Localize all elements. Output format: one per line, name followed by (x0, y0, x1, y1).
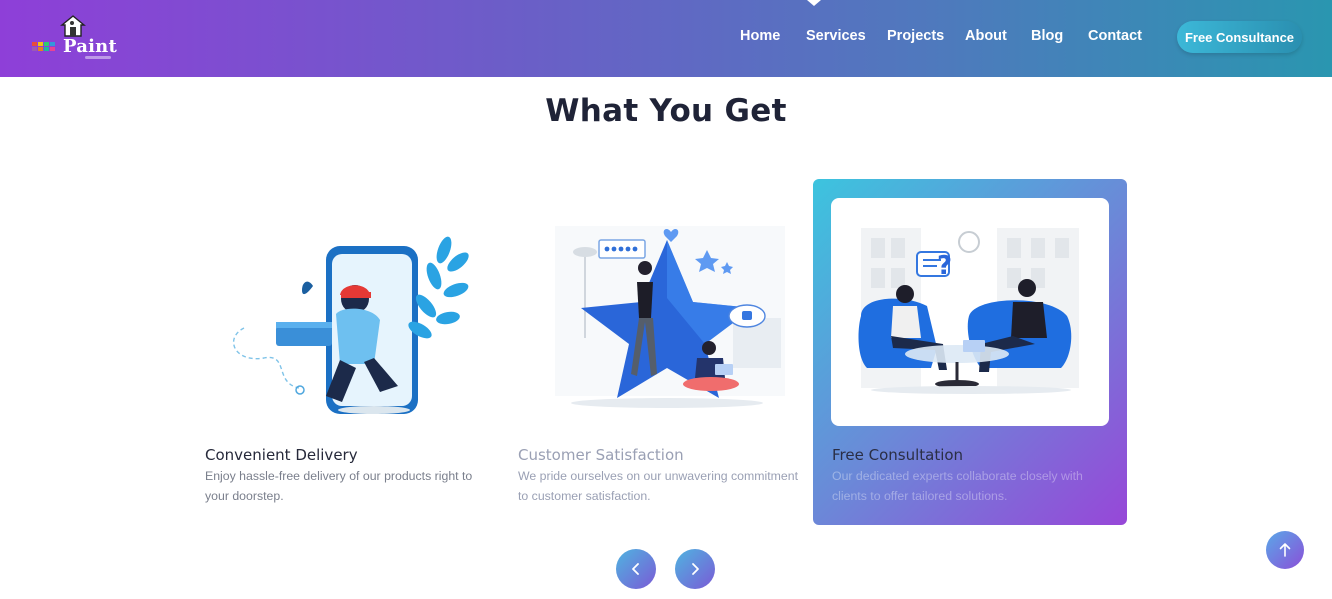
feature-card-satisfaction[interactable]: Customer Satisfaction We pride ourselves… (499, 179, 813, 525)
carousel-next-button[interactable] (675, 549, 715, 589)
site-header: Paint Home Services Projects About Blog … (0, 0, 1332, 77)
chevron-left-icon (632, 563, 639, 575)
satisfaction-illustration (555, 226, 785, 408)
delivery-illustration (232, 236, 469, 414)
brand-logo[interactable]: Paint (30, 14, 120, 64)
card-title: Customer Satisfaction (518, 446, 684, 464)
chevron-right-icon (692, 563, 699, 575)
brand-name: Paint (63, 36, 117, 57)
feature-card-consultation[interactable]: ? Free Consultation Our dedicated expert… (813, 179, 1127, 525)
nav-projects[interactable]: Projects (887, 28, 944, 44)
carousel-prev-button[interactable] (616, 549, 656, 589)
brand-tagline (85, 56, 111, 59)
section-title: What You Get (545, 93, 787, 129)
nav-services[interactable]: Services (806, 28, 866, 44)
card-title: Convenient Delivery (205, 446, 358, 464)
card-description: Our dedicated experts collaborate closel… (832, 469, 1083, 503)
active-nav-caret (807, 0, 821, 6)
paint-stripes-icon (32, 42, 55, 51)
card-title: Free Consultation (832, 446, 964, 464)
free-consultance-button[interactable]: Free Consultance (1177, 21, 1302, 53)
house-icon (60, 15, 86, 37)
nav-blog[interactable]: Blog (1031, 28, 1063, 44)
card-description: Enjoy hassle-free delivery of our produc… (205, 469, 473, 503)
svg-text:?: ? (937, 251, 952, 281)
feature-card-delivery[interactable]: Convenient Delivery Enjoy hassle-free de… (186, 179, 500, 525)
nav-home[interactable]: Home (740, 28, 780, 44)
arrow-up-icon (1279, 543, 1291, 557)
nav-contact[interactable]: Contact (1088, 28, 1142, 44)
consultation-illustration: ? (831, 198, 1109, 426)
card-description: We pride ourselves on our unwavering com… (518, 469, 798, 503)
nav-about[interactable]: About (965, 28, 1007, 44)
scroll-to-top-button[interactable] (1266, 531, 1304, 569)
